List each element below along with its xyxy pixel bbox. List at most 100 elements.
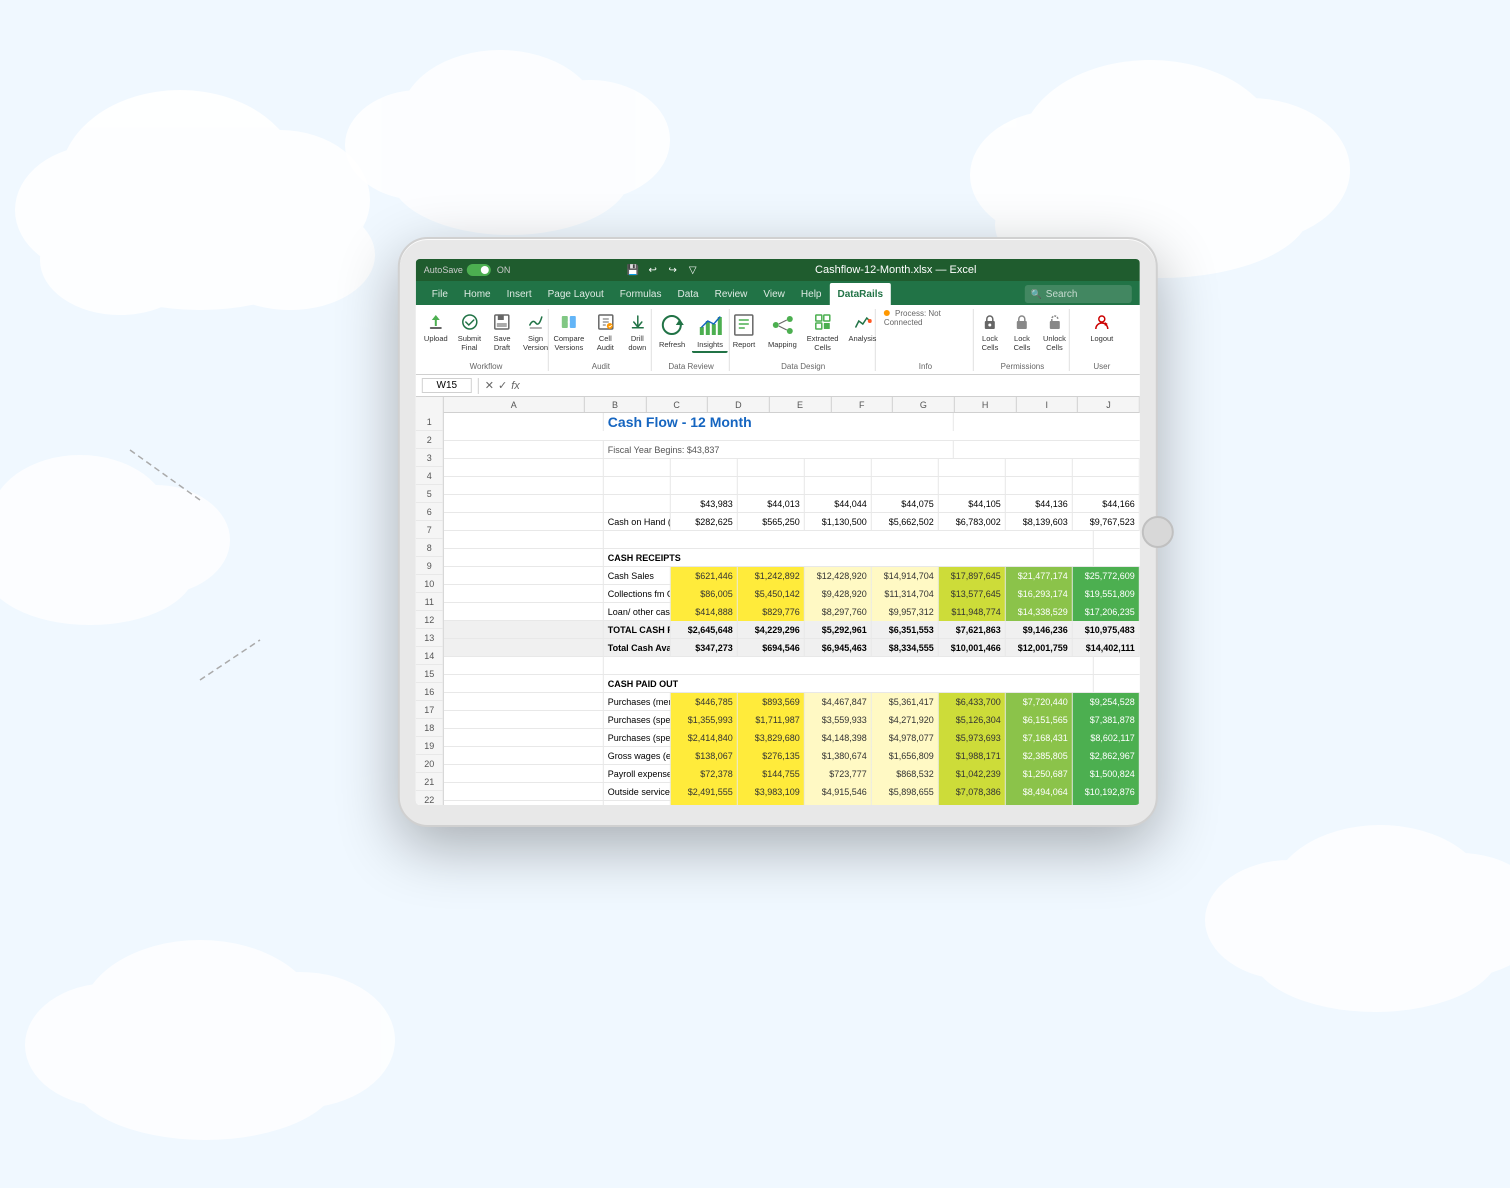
cell-12I[interactable]: $10,975,483 [1073,621,1140,639]
cell-22F[interactable]: $1,955,575 [872,801,939,805]
cell-12G[interactable]: $7,621,863 [939,621,1006,639]
cell-5B[interactable] [604,495,671,513]
cell-20A[interactable] [444,765,604,783]
cell-18D[interactable]: $3,829,680 [738,729,805,747]
autosave-toggle[interactable] [467,264,491,276]
upload-button[interactable]: Upload [420,309,452,345]
cell-20I[interactable]: $1,500,824 [1073,765,1140,783]
cell-13B[interactable]: Total Cash Available (before cash out) [604,639,671,657]
cell-13I[interactable]: $14,402,111 [1073,639,1140,657]
cell-11H[interactable]: $14,338,529 [1006,603,1073,621]
save-draft-button[interactable]: SaveDraft [487,309,517,354]
submit-final-button[interactable]: SubmitFinal [454,309,485,354]
formula-input[interactable] [526,380,1134,391]
compare-versions-button[interactable]: CompareVersions [549,309,588,354]
cell-5D[interactable]: $44,013 [738,495,805,513]
cell-12B[interactable]: TOTAL CASH RECEIPTS [604,621,671,639]
cell-5G[interactable]: $44,105 [939,495,1006,513]
analysis-button[interactable]: Analysis [844,309,880,345]
cell-12D[interactable]: $4,229,296 [738,621,805,639]
cell-16C[interactable]: $446,785 [671,693,738,711]
search-input[interactable] [1046,289,1126,300]
cell-22B[interactable]: Supplies (office & oper.) [604,801,671,805]
cell-16A[interactable] [444,693,604,711]
cell-19B[interactable]: Gross wages (exact withdrawal) [604,747,671,765]
cell-19F[interactable]: $1,656,809 [872,747,939,765]
cell-4A[interactable] [444,477,604,495]
lock-cells2-button[interactable]: LockCells [1007,309,1037,354]
formula-x-icon[interactable]: ✕ [485,379,494,392]
cell-17C[interactable]: $1,355,993 [671,711,738,729]
cell-9A[interactable] [444,567,604,585]
cell-3E[interactable] [805,459,872,477]
cell-9I[interactable]: $25,772,609 [1073,567,1140,585]
cell-11E[interactable]: $8,297,760 [805,603,872,621]
cell-6A[interactable] [444,513,604,531]
logout-button[interactable]: Logout [1086,309,1117,345]
cell-13A[interactable] [444,639,604,657]
cell-20B[interactable]: Payroll expenses (taxes, etc.) [604,765,671,783]
cell-6C[interactable]: $282,625 [671,513,738,531]
cell-7A[interactable] [444,531,604,549]
cell-20H[interactable]: $1,250,687 [1006,765,1073,783]
cell-12E[interactable]: $5,292,961 [805,621,872,639]
cell-11G[interactable]: $11,948,774 [939,603,1006,621]
cell-3A[interactable] [444,459,604,477]
cell-17A[interactable] [444,711,604,729]
cell-18F[interactable]: $4,978,077 [872,729,939,747]
cell-10A[interactable] [444,585,604,603]
cell-11C[interactable]: $414,888 [671,603,738,621]
cell-19G[interactable]: $1,988,171 [939,747,1006,765]
cell-5E[interactable]: $44,044 [805,495,872,513]
cell-reference[interactable]: W15 [422,378,472,393]
cell-21H[interactable]: $8,494,064 [1006,783,1073,801]
cell-17F[interactable]: $4,271,920 [872,711,939,729]
cell-10E[interactable]: $9,428,920 [805,585,872,603]
cell-21G[interactable]: $7,078,386 [939,783,1006,801]
cell-8B[interactable]: CASH RECEIPTS [604,549,1094,567]
cell-11F[interactable]: $9,957,312 [872,603,939,621]
cell-10F[interactable]: $11,314,704 [872,585,939,603]
cell-10B[interactable]: Collections fm CR accounts [604,585,671,603]
extracted-cells-button[interactable]: ExtractedCells [803,309,843,354]
cell-16D[interactable]: $893,569 [738,693,805,711]
cell-18H[interactable]: $7,168,431 [1006,729,1073,747]
cell-20E[interactable]: $723,777 [805,765,872,783]
cell-6D[interactable]: $565,250 [738,513,805,531]
report-button[interactable]: Report [726,309,762,351]
cell-6G[interactable]: $6,783,002 [939,513,1006,531]
cell-4E[interactable] [805,477,872,495]
cell-20C[interactable]: $72,378 [671,765,738,783]
cell-12H[interactable]: $9,146,236 [1006,621,1073,639]
cell-18E[interactable]: $4,148,398 [805,729,872,747]
cell-10D[interactable]: $5,450,142 [738,585,805,603]
cell-21A[interactable] [444,783,604,801]
cell-9G[interactable]: $17,897,645 [939,567,1006,585]
cell-9D[interactable]: $1,242,892 [738,567,805,585]
cell-21E[interactable]: $4,915,546 [805,783,872,801]
cell-11D[interactable]: $829,776 [738,603,805,621]
cell-16E[interactable]: $4,467,847 [805,693,872,711]
cell-21I[interactable]: $10,192,876 [1073,783,1140,801]
ribbon-search-box[interactable]: 🔍 [1025,285,1132,303]
cell-16H[interactable]: $7,720,440 [1006,693,1073,711]
cell-15B[interactable]: CASH PAID OUT [604,675,1094,693]
formula-check-icon[interactable]: ✓ [498,379,507,392]
cell-14B[interactable] [604,657,1094,675]
cell-6B[interactable]: Cash on Hand (beginning of month) [604,513,671,531]
cell-7B[interactable] [604,531,1094,549]
cell-13G[interactable]: $10,001,466 [939,639,1006,657]
cell-4B[interactable] [604,477,671,495]
cell-13F[interactable]: $8,334,555 [872,639,939,657]
cell-3F[interactable] [872,459,939,477]
cell-9C[interactable]: $621,446 [671,567,738,585]
cell-3B[interactable] [604,459,671,477]
cell-16I[interactable]: $9,254,528 [1073,693,1140,711]
cell-22I[interactable]: $3,379,234 [1073,801,1140,805]
cell-5I[interactable]: $44,166 [1073,495,1140,513]
cell-19C[interactable]: $138,067 [671,747,738,765]
tab-home[interactable]: Home [456,283,499,305]
cell-18B[interactable]: Purchases (specify) [604,729,671,747]
cell-9H[interactable]: $21,477,174 [1006,567,1073,585]
cell-22A[interactable] [444,801,604,805]
